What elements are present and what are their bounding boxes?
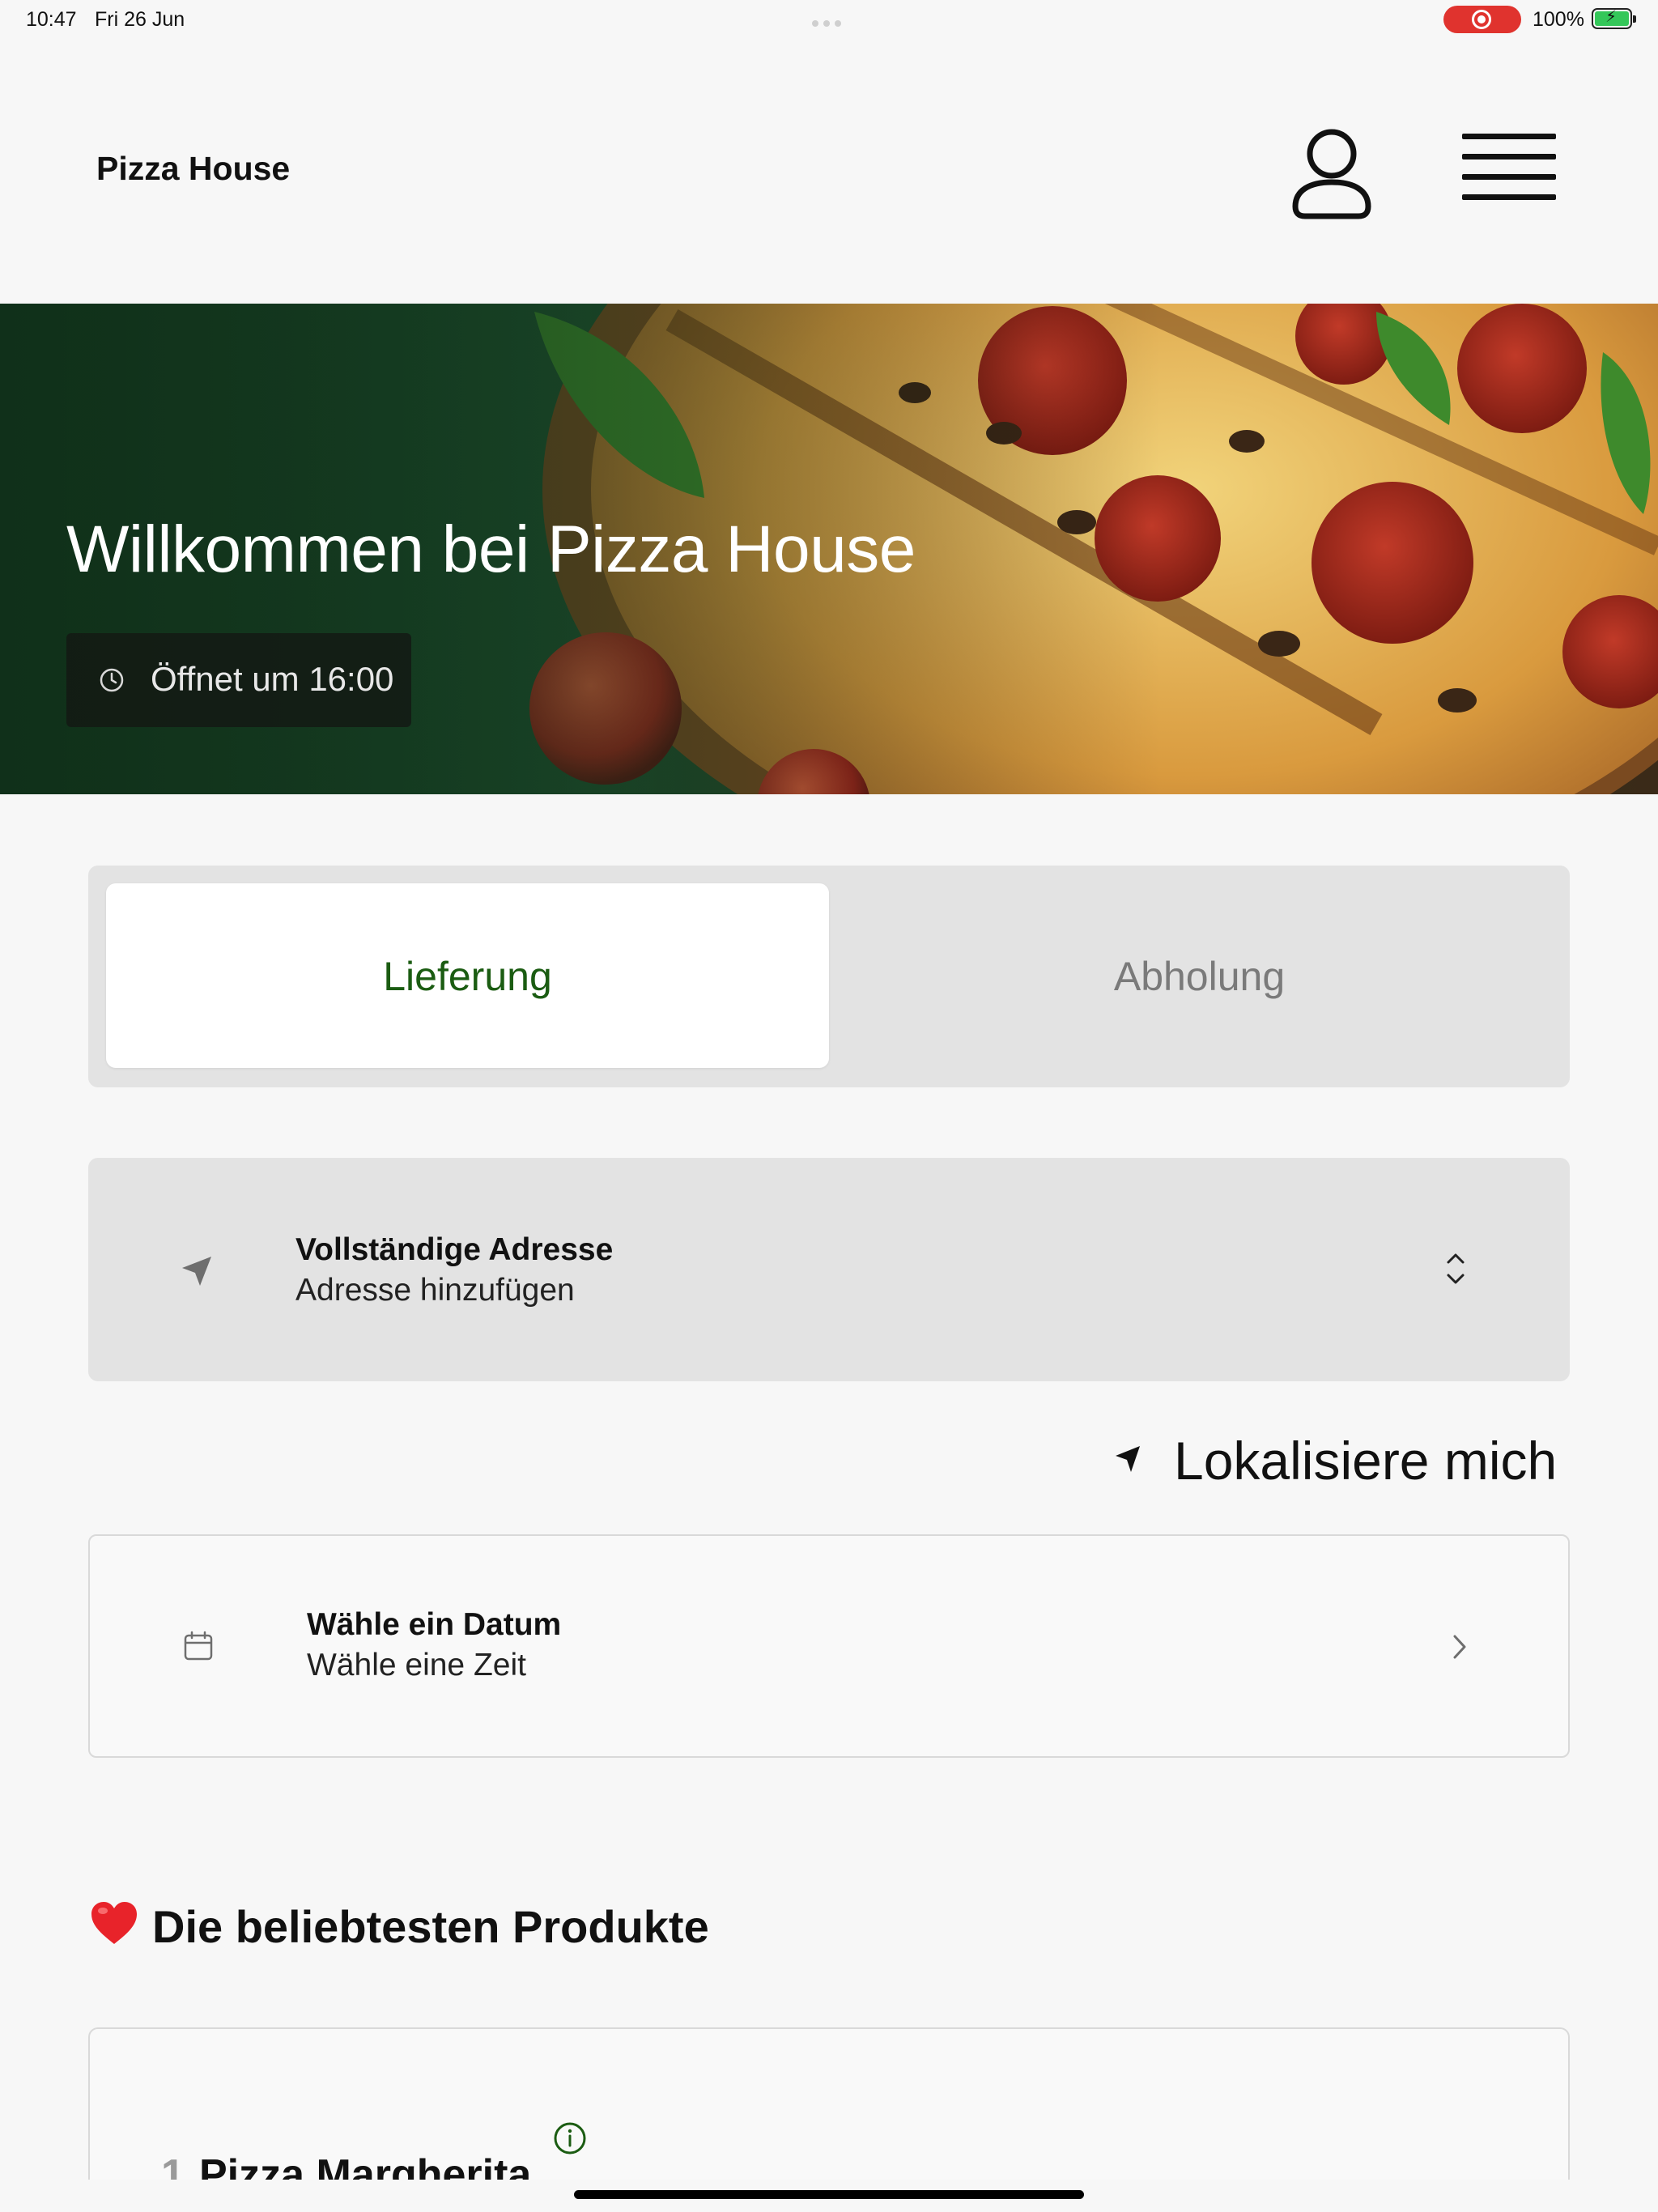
menu-line: [1462, 174, 1556, 180]
home-indicator[interactable]: [574, 2190, 1084, 2199]
date-title: Wähle ein Datum: [307, 1607, 562, 1642]
menu-line: [1462, 154, 1556, 160]
opening-hours-text: Öffnet um 16:00: [151, 660, 394, 698]
time-subtitle: Wähle eine Zeit: [307, 1648, 526, 1682]
multitasking-dots-icon[interactable]: [812, 16, 848, 27]
tab-delivery[interactable]: Lieferung: [106, 866, 829, 1087]
battery-icon: [1592, 6, 1636, 29]
menu-button[interactable]: [1462, 134, 1556, 211]
heart-icon: [91, 1902, 137, 1944]
chevron-up-down-icon: [1447, 1253, 1465, 1284]
opening-hours-badge: Öffnet um 16:00: [66, 633, 411, 727]
record-icon: [1472, 10, 1491, 29]
clock-icon: [100, 668, 124, 692]
address-selector[interactable]: Vollständige Adresse Adresse hinzufügen: [88, 1158, 1570, 1381]
address-subtitle: Adresse hinzufügen: [295, 1273, 575, 1308]
popular-products-title: Die beliebtesten Produkte: [152, 1901, 709, 1952]
tab-pickup[interactable]: Abholung: [829, 866, 1570, 1087]
battery-percent: 100%: [1533, 8, 1584, 31]
info-icon[interactable]: [553, 2121, 587, 2155]
hero-title: Willkommen bei Pizza House: [66, 513, 916, 586]
hamburger-menu-icon: [1462, 134, 1556, 139]
status-time: 10:47: [26, 8, 77, 31]
battery-fill: [1595, 6, 1629, 27]
navigation-arrow-icon: [182, 1257, 211, 1286]
app-screen: 10:47 Fri 26 Jun 100% Pizza House: [0, 0, 1658, 2212]
location-arrow-icon: [1116, 1446, 1140, 1472]
brand-title[interactable]: Pizza House: [96, 150, 290, 188]
date-time-selector[interactable]: Wähle ein Datum Wähle eine Zeit: [88, 1534, 1570, 1758]
status-date: Fri 26 Jun: [95, 8, 185, 31]
locate-me-button[interactable]: Lokalisiere mich: [1107, 1425, 1571, 1493]
user-icon: [1292, 129, 1371, 219]
calendar-icon: [184, 1631, 213, 1661]
address-title: Vollständige Adresse: [295, 1232, 614, 1267]
account-button[interactable]: [1287, 125, 1376, 221]
hero-banner: Willkommen bei Pizza House Öffnet um 16:…: [0, 304, 1658, 794]
menu-line: [1462, 194, 1556, 200]
chevron-right-icon: [1453, 1635, 1466, 1659]
locate-me-label: Lokalisiere mich: [1174, 1431, 1558, 1491]
screen-recording-indicator[interactable]: [1443, 6, 1521, 33]
status-bar: 10:47 Fri 26 Jun 100%: [0, 0, 1658, 39]
order-mode-segmented-control: Lieferung Abholung: [88, 866, 1570, 1087]
